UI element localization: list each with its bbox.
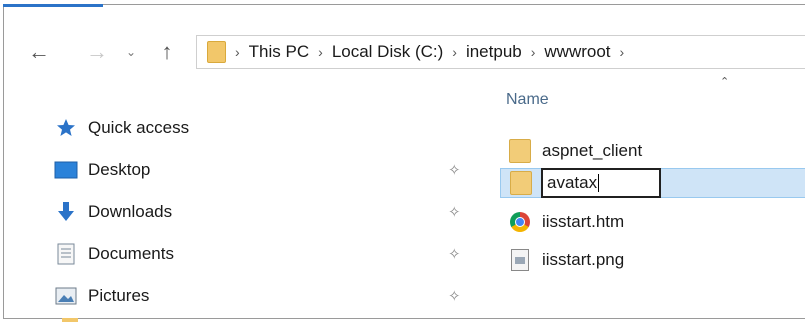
pin-icon[interactable]: ✧ xyxy=(448,161,461,179)
sidebar-item-label: Quick access xyxy=(88,118,190,137)
list-item-selected[interactable]: avatax xyxy=(500,168,805,198)
folder-icon xyxy=(509,171,533,195)
sidebar-item-pictures[interactable]: Pictures xyxy=(54,281,149,311)
address-bar[interactable]: › This PC › Local Disk (C:) › inetpub › … xyxy=(196,35,805,69)
column-header-name[interactable]: Name xyxy=(506,91,549,109)
breadcrumb-this-pc[interactable]: This PC xyxy=(249,42,309,62)
up-arrow-icon[interactable]: ↑ xyxy=(154,38,180,66)
star-icon xyxy=(54,118,78,138)
desktop-icon xyxy=(54,160,78,180)
breadcrumb-local-disk[interactable]: Local Disk (C:) xyxy=(332,42,443,62)
breadcrumb-inetpub[interactable]: inetpub xyxy=(466,42,522,62)
chevron-right-icon[interactable]: › xyxy=(452,44,457,60)
sidebar-item-desktop[interactable]: Desktop xyxy=(54,155,150,185)
sort-ascending-icon: ⌃ xyxy=(720,76,730,88)
chrome-icon xyxy=(508,210,532,234)
breadcrumb-wwwroot[interactable]: wwwroot xyxy=(544,42,610,62)
document-icon xyxy=(54,243,78,265)
chevron-right-icon: › xyxy=(235,44,240,60)
pin-icon[interactable]: ✧ xyxy=(448,203,461,221)
forward-arrow-icon[interactable]: → xyxy=(84,38,110,66)
list-item[interactable]: iisstart.htm xyxy=(500,207,805,237)
folder-icon xyxy=(62,318,78,322)
sidebar-item-label: Desktop xyxy=(88,160,151,179)
image-file-icon xyxy=(508,248,532,272)
folder-icon xyxy=(207,41,226,63)
chevron-right-icon[interactable]: › xyxy=(620,44,625,60)
rename-input[interactable]: avatax xyxy=(541,168,661,198)
file-name: aspnet_client xyxy=(542,141,643,160)
tab-accent-bar xyxy=(3,4,103,7)
sidebar-item-label: Pictures xyxy=(88,286,150,305)
explorer-window: ← → ⌄ ↑ › This PC › Local Disk (C:) › in… xyxy=(3,4,805,319)
chevron-right-icon[interactable]: › xyxy=(318,44,323,60)
list-item[interactable]: aspnet_client xyxy=(500,136,805,166)
sidebar-item-documents[interactable]: Documents xyxy=(54,239,174,269)
file-name: iisstart.png xyxy=(542,250,625,269)
sidebar-item-downloads[interactable]: Downloads xyxy=(54,197,172,227)
chevron-right-icon[interactable]: › xyxy=(531,44,536,60)
pin-icon[interactable]: ✧ xyxy=(448,245,461,263)
sidebar-item-quick-access[interactable]: Quick access xyxy=(54,113,189,143)
download-arrow-icon xyxy=(54,202,78,222)
folder-icon xyxy=(508,139,532,163)
chevron-down-icon[interactable]: ⌄ xyxy=(123,38,139,66)
pictures-icon xyxy=(54,286,78,306)
pin-icon[interactable]: ✧ xyxy=(448,287,461,305)
file-name: iisstart.htm xyxy=(542,212,625,231)
back-arrow-icon[interactable]: ← xyxy=(26,38,52,66)
navigation-bar: ← → ⌄ ↑ › This PC › Local Disk (C:) › in… xyxy=(4,25,805,79)
text-cursor xyxy=(598,174,600,192)
list-item[interactable]: iisstart.png xyxy=(500,245,805,275)
sidebar-item-label: Documents xyxy=(88,244,174,263)
sidebar-item-label: Downloads xyxy=(88,202,173,221)
rename-input-value: avatax xyxy=(547,173,598,192)
